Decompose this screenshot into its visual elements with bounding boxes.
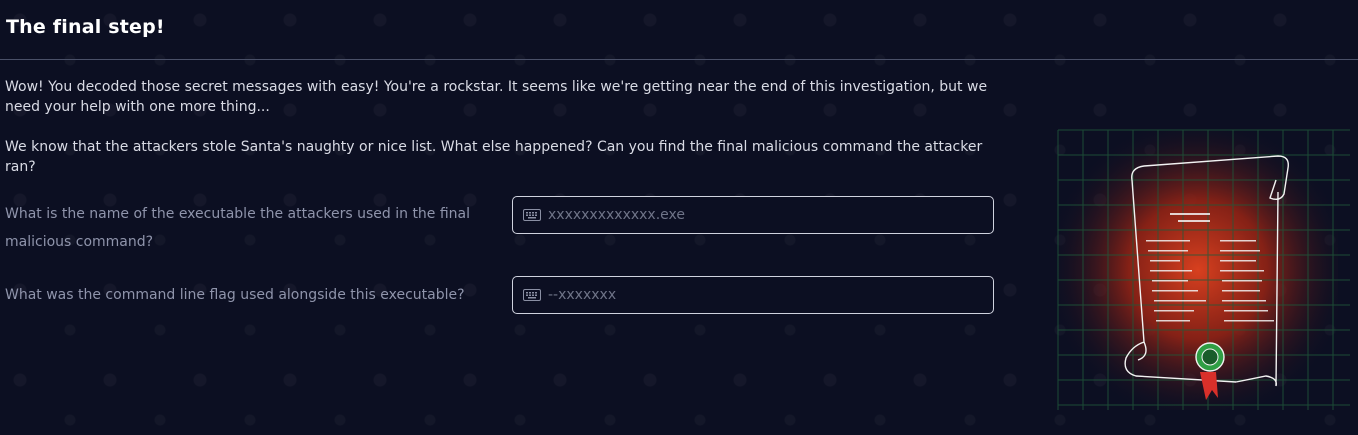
intro-paragraph: Wow! You decoded those secret messages w… (5, 79, 988, 115)
question-label-flag: What was the command line flag used alon… (5, 287, 465, 303)
red-glow (1058, 130, 1338, 410)
page-title: The final step! (6, 16, 165, 38)
question-label-executable: What is the name of the executable the a… (5, 206, 471, 250)
flag-input[interactable] (548, 287, 968, 303)
flag-answer-field[interactable] (512, 276, 994, 314)
executable-input[interactable] (548, 207, 968, 223)
executable-answer-field[interactable] (512, 196, 994, 234)
scroll-illustration (1057, 129, 1350, 410)
keyboard-icon (523, 209, 541, 221)
title-divider (0, 59, 1358, 60)
task-paragraph: We know that the attackers stole Santa's… (5, 139, 983, 175)
keyboard-icon (523, 289, 541, 301)
